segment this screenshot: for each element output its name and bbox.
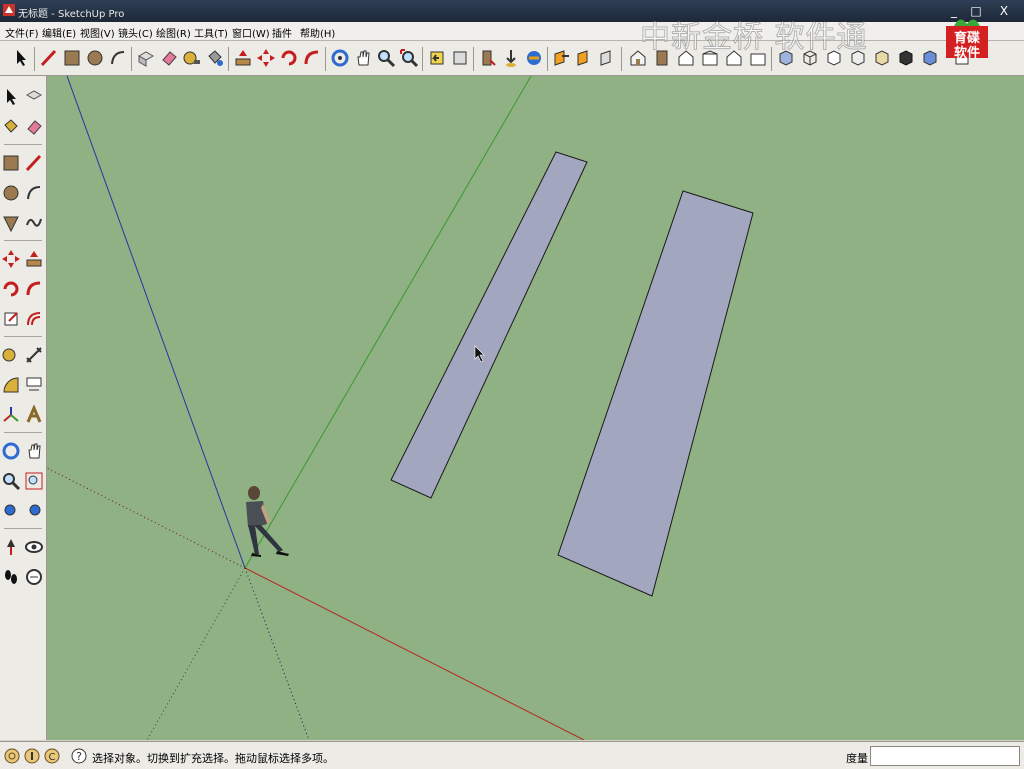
select-icon[interactable] bbox=[0, 84, 22, 110]
paint-bucket-icon[interactable] bbox=[204, 46, 226, 70]
select-tool-icon[interactable] bbox=[10, 46, 32, 70]
logo-line-2: 软件 bbox=[953, 46, 980, 61]
rectangle-face-2[interactable] bbox=[557, 190, 754, 597]
status-bar: C ? 选择对象。切换到扩充选择。拖动鼠标选择多项。 度量 bbox=[0, 741, 1024, 769]
move-icon[interactable] bbox=[0, 246, 22, 272]
previous-view-icon[interactable] bbox=[426, 46, 448, 70]
pan-icon[interactable] bbox=[23, 438, 45, 464]
text-label-icon[interactable] bbox=[23, 372, 45, 398]
pan-tool-icon[interactable] bbox=[352, 46, 374, 70]
make-component-icon[interactable] bbox=[135, 46, 157, 70]
svg-text:?: ? bbox=[76, 750, 82, 763]
modeling-viewport[interactable] bbox=[47, 76, 1024, 740]
line-tool-icon[interactable] bbox=[38, 46, 60, 70]
menu-file[interactable]: 文件(F) bbox=[3, 24, 41, 41]
tape-measure-icon[interactable] bbox=[181, 46, 203, 70]
move-tool-icon[interactable] bbox=[255, 46, 277, 70]
zoom-extents-tool-icon[interactable] bbox=[23, 498, 45, 524]
walk-footprints-icon[interactable] bbox=[0, 564, 22, 590]
menu-camera[interactable]: 镜头(C) bbox=[116, 24, 155, 41]
3d-text-icon[interactable] bbox=[23, 402, 45, 428]
svg-text:C: C bbox=[49, 752, 56, 763]
push-pull-tool-icon[interactable] bbox=[23, 246, 45, 272]
help-question-icon[interactable]: ? bbox=[70, 747, 88, 765]
zoom-icon[interactable] bbox=[0, 468, 22, 494]
zoom-tool-icon[interactable] bbox=[375, 46, 397, 70]
position-camera-tool-icon[interactable] bbox=[0, 534, 22, 560]
offset-icon[interactable] bbox=[23, 306, 45, 332]
measurements-label: 度量 bbox=[846, 752, 868, 765]
circle-icon[interactable] bbox=[0, 180, 22, 206]
eraser-icon[interactable] bbox=[23, 114, 45, 140]
scale-icon[interactable] bbox=[0, 306, 22, 332]
previous-icon[interactable] bbox=[0, 498, 22, 524]
walk-tool-icon[interactable] bbox=[500, 46, 522, 70]
look-around-icon[interactable] bbox=[523, 46, 545, 70]
monochrome-style-icon[interactable] bbox=[895, 46, 917, 70]
menu-bar: 文件(F) 编辑(E) 视图(V) 镜头(C) 绘图(R) 工具(T) 窗口(W… bbox=[0, 22, 1024, 41]
menu-window[interactable]: 窗口(W) bbox=[230, 24, 272, 41]
rectangle-tool-icon[interactable] bbox=[61, 46, 83, 70]
zoom-extents-icon[interactable] bbox=[398, 46, 420, 70]
close-button[interactable]: X bbox=[994, 2, 1014, 20]
green-axis-negative bbox=[146, 567, 246, 740]
menu-help[interactable]: 帮助(H) bbox=[298, 24, 337, 41]
protractor-icon[interactable] bbox=[0, 372, 22, 398]
menu-draw[interactable]: 绘图(R) bbox=[154, 24, 193, 41]
large-toolset bbox=[0, 76, 47, 740]
menu-tools[interactable]: 工具(T) bbox=[192, 24, 230, 41]
display-section-planes-icon[interactable] bbox=[574, 46, 596, 70]
menu-view[interactable]: 视图(V) bbox=[78, 24, 117, 41]
title-bar: 无标题 - SketchUp Pro _ □ X bbox=[0, 0, 1024, 22]
freehand-icon[interactable] bbox=[23, 210, 45, 236]
menu-edit[interactable]: 编辑(E) bbox=[40, 24, 78, 41]
rotate-tool-icon[interactable] bbox=[278, 46, 300, 70]
orbit-icon[interactable] bbox=[0, 438, 22, 464]
follow-me-icon[interactable] bbox=[301, 46, 323, 70]
sketchup-app-icon[interactable] bbox=[2, 3, 16, 17]
arc-icon[interactable] bbox=[23, 180, 45, 206]
back-edges-style-icon[interactable] bbox=[919, 46, 941, 70]
orbit-tool-icon[interactable] bbox=[329, 46, 351, 70]
window-title: 无标题 - SketchUp Pro bbox=[18, 9, 125, 20]
watermark-text: 中新金桥 软件通 bbox=[640, 20, 868, 56]
red-axis bbox=[244, 567, 585, 740]
next-view-icon[interactable] bbox=[449, 46, 471, 70]
axes-icon[interactable] bbox=[0, 402, 22, 428]
scale-figure-person[interactable] bbox=[246, 486, 289, 557]
rotate-icon[interactable] bbox=[0, 276, 22, 302]
circle-tool-icon[interactable] bbox=[84, 46, 106, 70]
paint-icon[interactable] bbox=[0, 114, 22, 140]
tape-measure-tool-icon[interactable] bbox=[0, 342, 22, 368]
component-icon[interactable] bbox=[23, 84, 45, 110]
dimension-icon[interactable] bbox=[23, 342, 45, 368]
scene-canvas[interactable] bbox=[47, 76, 1024, 740]
arc-tool-icon[interactable] bbox=[107, 46, 129, 70]
rectangle-face-1[interactable] bbox=[390, 151, 588, 499]
geo-location-icon[interactable] bbox=[3, 747, 21, 765]
user-icon[interactable]: C bbox=[43, 747, 61, 765]
blue-axis-negative bbox=[244, 567, 310, 740]
status-hint: 选择对象。切换到扩充选择。拖动鼠标选择多项。 bbox=[92, 752, 334, 765]
measurements-input[interactable] bbox=[870, 746, 1020, 766]
line-icon[interactable] bbox=[23, 150, 45, 176]
credits-icon[interactable] bbox=[23, 747, 41, 765]
menu-plugins[interactable]: 插件 bbox=[270, 24, 294, 41]
follow-me-tool-icon[interactable] bbox=[23, 276, 45, 302]
section-plane-tool-icon[interactable] bbox=[23, 564, 45, 590]
push-pull-icon[interactable] bbox=[232, 46, 254, 70]
position-camera-icon[interactable] bbox=[477, 46, 499, 70]
main-toolbar bbox=[0, 41, 1024, 76]
polygon-icon[interactable] bbox=[0, 210, 22, 236]
zoom-window-icon[interactable] bbox=[23, 468, 45, 494]
red-axis-negative bbox=[47, 467, 246, 569]
blue-axis bbox=[66, 76, 246, 569]
shaded-textures-style-icon[interactable] bbox=[871, 46, 893, 70]
section-plane-icon[interactable] bbox=[551, 46, 573, 70]
display-section-cuts-icon[interactable] bbox=[597, 46, 619, 70]
look-around-eye-icon[interactable] bbox=[23, 534, 45, 560]
eraser-tool-icon[interactable] bbox=[158, 46, 180, 70]
publisher-logo: 育碟 软件 bbox=[946, 14, 988, 61]
rectangle-icon[interactable] bbox=[0, 150, 22, 176]
